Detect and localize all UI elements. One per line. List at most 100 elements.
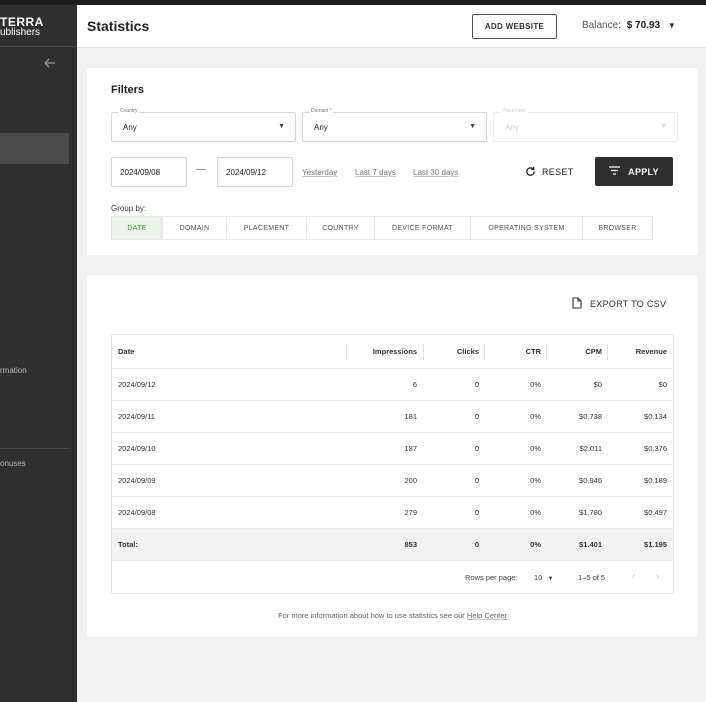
tab-device-format[interactable]: DEVICE FORMAT bbox=[375, 217, 471, 239]
group-by-label: Group by: bbox=[111, 204, 147, 213]
cell-revenue: $0.376 bbox=[644, 444, 667, 453]
domain-value: Any bbox=[314, 123, 328, 132]
tab-domain[interactable]: DOMAIN bbox=[163, 217, 227, 239]
chevron-right-icon[interactable]: › bbox=[656, 571, 659, 582]
cell-clicks: 0 bbox=[474, 380, 479, 389]
cell-ctr: 0% bbox=[530, 412, 541, 421]
cell-revenue: $0.134 bbox=[644, 412, 667, 421]
column-header-cpm[interactable]: CPM bbox=[547, 335, 602, 368]
cell-cpm: $0.738 bbox=[579, 412, 602, 421]
sidebar-item-statistics[interactable] bbox=[0, 133, 69, 164]
cell-date: 2024/09/11 bbox=[118, 412, 155, 421]
sidebar-item-information[interactable]: rmation bbox=[0, 366, 27, 375]
caret-down-icon: ▼ bbox=[278, 123, 285, 130]
cell-date: 2024/09/10 bbox=[118, 444, 156, 453]
caret-down-icon: ▼ bbox=[469, 123, 476, 130]
file-icon bbox=[572, 297, 582, 311]
apply-label: APPLY bbox=[628, 166, 659, 177]
column-header-impressions[interactable]: Impressions bbox=[352, 335, 417, 368]
table-row: 2024/09/11 181 0 0% $0.738 $0.134 bbox=[112, 401, 673, 433]
column-header-revenue[interactable]: Revenue bbox=[608, 335, 667, 368]
total-revenue: $1.195 bbox=[644, 540, 667, 549]
pagination: Rows per page: 10 ▼ 1–5 of 5 ‹ › bbox=[112, 563, 673, 593]
caret-down-icon: ▼ bbox=[547, 576, 554, 582]
cell-date: 2024/09/09 bbox=[118, 476, 156, 485]
reset-button[interactable]: RESET bbox=[525, 162, 574, 182]
cell-cpm: $2.011 bbox=[579, 444, 602, 453]
column-header-ctr[interactable]: CTR bbox=[485, 335, 541, 368]
date-from-input[interactable]: 2024/09/08 bbox=[111, 157, 187, 187]
table-row: 2024/09/10 187 0 0% $2.011 $0.376 bbox=[112, 433, 673, 465]
apply-button[interactable]: APPLY bbox=[595, 157, 673, 186]
total-ctr: 0% bbox=[530, 540, 541, 549]
tab-placement[interactable]: PLACEMENT bbox=[227, 217, 307, 239]
column-header-date[interactable]: Date bbox=[118, 335, 134, 368]
cell-ctr: 0% bbox=[530, 380, 541, 389]
cell-revenue: $0 bbox=[658, 380, 667, 389]
help-note: For more information about how to use st… bbox=[87, 611, 698, 620]
date-separator: — bbox=[196, 164, 206, 175]
range-last-30-days-link[interactable]: Last 30 days bbox=[413, 168, 458, 177]
sidebar-item-bonuses[interactable]: onuses bbox=[0, 459, 26, 468]
add-website-button[interactable]: ADD WEBSITE bbox=[472, 14, 557, 39]
total-cpm: $1.401 bbox=[579, 540, 602, 549]
cell-impressions: 6 bbox=[412, 380, 417, 389]
table-header-row: Date Impressions Clicks CTR CPM Revenue bbox=[112, 335, 673, 369]
total-clicks: 0 bbox=[474, 540, 479, 549]
country-select[interactable]: Country Any ▼ bbox=[111, 108, 296, 142]
cell-impressions: 200 bbox=[404, 476, 417, 485]
rows-per-page-label: Rows per page: bbox=[465, 573, 518, 582]
filters-card: Filters Country Any ▼ Domain * Any ▼ Pla… bbox=[87, 68, 698, 255]
cell-cpm: $0.946 bbox=[579, 476, 602, 485]
table-row: 2024/09/09 200 0 0% $0.946 $0.189 bbox=[112, 465, 673, 497]
table-row: 2024/09/12 6 0 0% $0 $0 bbox=[112, 369, 673, 401]
page-title: Statistics bbox=[87, 18, 150, 34]
cell-ctr: 0% bbox=[530, 508, 541, 517]
column-divider bbox=[346, 344, 347, 360]
domain-select[interactable]: Domain * Any ▼ bbox=[302, 108, 487, 142]
table-total-row: Total: 853 0 0% $1.401 $1.195 bbox=[112, 529, 673, 561]
group-by-tabs: DATE DOMAIN PLACEMENT COUNTRY DEVICE FOR… bbox=[111, 216, 653, 240]
cell-ctr: 0% bbox=[530, 476, 541, 485]
domain-label: Domain * bbox=[310, 108, 333, 114]
sidebar-divider bbox=[0, 448, 69, 449]
logo-subtitle: ublishers bbox=[0, 27, 41, 38]
rows-per-page-select[interactable]: 10 ▼ bbox=[534, 573, 553, 582]
help-center-link[interactable]: Help Center bbox=[467, 611, 507, 620]
pagination-range: 1–5 of 5 bbox=[578, 573, 606, 582]
reset-label: RESET bbox=[542, 167, 574, 177]
placement-label: Placement bbox=[501, 108, 527, 114]
cell-date: 2024/09/08 bbox=[118, 508, 156, 517]
arrow-left-icon[interactable] bbox=[44, 55, 56, 71]
filters-title: Filters bbox=[111, 84, 145, 96]
cell-revenue: $0.497 bbox=[644, 508, 667, 517]
statistics-table: Date Impressions Clicks CTR CPM Revenue … bbox=[111, 334, 674, 594]
refresh-icon bbox=[525, 166, 536, 179]
cell-clicks: 0 bbox=[474, 476, 479, 485]
range-yesterday-link[interactable]: Yesterday bbox=[302, 168, 337, 177]
range-last-7-days-link[interactable]: Last 7 days bbox=[355, 168, 396, 177]
table-row: 2024/09/08 279 0 0% $1.780 $0.497 bbox=[112, 497, 673, 529]
chevron-left-icon[interactable]: ‹ bbox=[632, 571, 635, 582]
cell-impressions: 181 bbox=[404, 412, 417, 421]
cell-impressions: 279 bbox=[404, 508, 417, 517]
header: Statistics ADD WEBSITE Balance: $ 70.93 … bbox=[77, 5, 706, 48]
balance-dropdown[interactable]: Balance: $ 70.93 ▼ bbox=[582, 20, 676, 31]
cell-cpm: $1.780 bbox=[579, 508, 602, 517]
placement-value: Any bbox=[505, 123, 519, 132]
export-csv-button[interactable]: EXPORT TO CSV bbox=[572, 297, 666, 311]
cell-ctr: 0% bbox=[530, 444, 541, 453]
sidebar: TERRA ublishers rmation onuses bbox=[0, 5, 77, 702]
date-to-input[interactable]: 2024/09/12 bbox=[217, 157, 293, 187]
tab-browser[interactable]: BROWSER bbox=[583, 217, 652, 239]
country-value: Any bbox=[123, 123, 137, 132]
column-header-clicks[interactable]: Clicks bbox=[424, 335, 479, 368]
tab-operating-system[interactable]: OPERATING SYSTEM bbox=[471, 217, 583, 239]
tab-country[interactable]: COUNTRY bbox=[307, 217, 375, 239]
tab-date[interactable]: DATE bbox=[112, 217, 163, 239]
cell-impressions: 187 bbox=[404, 444, 417, 453]
sidebar-divider bbox=[0, 46, 77, 47]
help-note-text: For more information about how to use st… bbox=[278, 611, 465, 620]
caret-down-icon: ▼ bbox=[660, 123, 667, 130]
total-label: Total: bbox=[118, 540, 138, 549]
